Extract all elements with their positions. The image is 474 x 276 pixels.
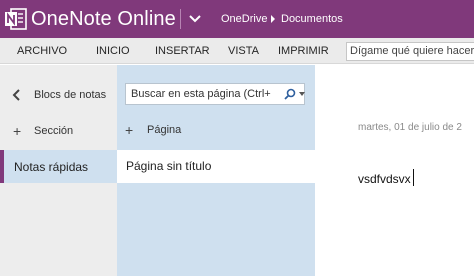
tab-inicio[interactable]: INICIO <box>96 45 130 57</box>
onenote-logo-icon[interactable] <box>5 8 27 30</box>
breadcrumb-documentos[interactable]: Documentos <box>281 12 343 26</box>
page-search-placeholder: Buscar en esta página (Ctrl+ <box>131 88 271 100</box>
add-page-button[interactable]: Página <box>147 124 181 137</box>
plus-icon[interactable]: + <box>13 124 21 138</box>
tab-imprimir[interactable]: IMPRIMIR <box>278 45 329 57</box>
add-section-button[interactable]: Sección <box>34 125 73 138</box>
tab-vista[interactable]: VISTA <box>228 45 259 57</box>
title-bar: OneNote Online OneDrive Documentos <box>0 0 474 38</box>
chevron-left-icon[interactable] <box>12 89 22 101</box>
section-item-label: Notas rápidas <box>14 160 89 174</box>
section-item-notas-rapidas[interactable]: Notas rápidas <box>0 150 117 183</box>
active-section-indicator <box>0 150 4 183</box>
page-date: martes, 01 de julio de 2 <box>358 122 462 133</box>
text-cursor <box>413 169 414 186</box>
search-options-dropdown-icon[interactable] <box>299 92 305 96</box>
plus-icon[interactable]: + <box>125 123 133 137</box>
search-icon[interactable] <box>284 88 296 100</box>
chevron-down-icon[interactable] <box>188 12 202 26</box>
pages-panel: Buscar en esta página (Ctrl+ + Página Pá… <box>117 65 315 276</box>
page-item-label: Página sin título <box>126 159 212 173</box>
title-divider <box>180 9 181 29</box>
notebook-navigation: Blocs de notas + Sección Notas rápidas <box>0 65 117 276</box>
tab-insertar[interactable]: INSERTAR <box>155 45 210 57</box>
note-text[interactable]: vsdfvdsvx <box>358 172 411 186</box>
tab-archivo[interactable]: ARCHIVO <box>17 45 67 57</box>
tell-me-search-input[interactable]: Dígame qué quiere hacer <box>346 42 474 61</box>
breadcrumb-onedrive[interactable]: OneDrive <box>221 12 267 26</box>
page-item-untitled[interactable]: Página sin título <box>117 150 315 183</box>
app-title[interactable]: OneNote Online <box>31 7 176 31</box>
note-canvas[interactable]: martes, 01 de julio de 2 vsdfvdsvx <box>315 65 474 276</box>
notebooks-back-link[interactable]: Blocs de notas <box>34 89 106 102</box>
page-search-input[interactable]: Buscar en esta página (Ctrl+ <box>125 83 305 105</box>
breadcrumb-arrow-icon <box>271 15 275 23</box>
